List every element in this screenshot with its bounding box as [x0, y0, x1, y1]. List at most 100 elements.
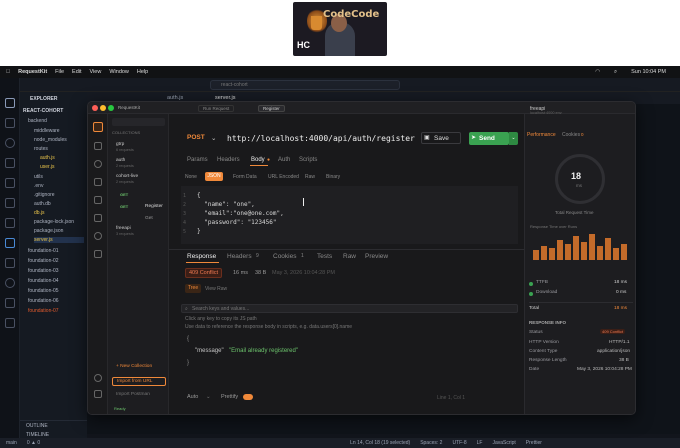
prettify-toggle[interactable]	[243, 394, 253, 400]
wifi-icon[interactable]: ◠	[595, 69, 600, 76]
response-filter-input[interactable]: ⌕ Search keys and values...	[181, 304, 518, 313]
menu-help[interactable]: Help	[137, 69, 148, 75]
new-collection-button[interactable]: + New Collection	[116, 364, 152, 369]
tree-item[interactable]: foundation-07	[28, 308, 59, 314]
account-icon[interactable]	[94, 390, 102, 398]
testing-icon[interactable]	[5, 218, 15, 228]
project-root[interactable]: REACT-COHORT	[23, 108, 63, 114]
chat-icon[interactable]	[5, 298, 15, 308]
method-select[interactable]: POST	[187, 134, 205, 141]
status-encoding[interactable]: UTF-8	[452, 440, 466, 446]
tree-item[interactable]: foundation-04	[28, 278, 59, 284]
database-icon[interactable]	[5, 258, 15, 268]
search-icon[interactable]	[5, 118, 15, 128]
status-problems[interactable]: 0 ▲ 0	[27, 440, 40, 446]
settings-icon[interactable]	[5, 318, 15, 328]
tree-item-active[interactable]: server.js	[34, 237, 84, 243]
request-name-register[interactable]: Register	[145, 204, 163, 209]
files-icon[interactable]	[5, 98, 15, 108]
tree-item[interactable]: package.json	[34, 228, 63, 234]
collection-item[interactable]: cohort-live	[116, 174, 138, 179]
status-branch[interactable]: main	[6, 440, 17, 446]
tree-item[interactable]: foundation-05	[28, 288, 59, 294]
bodytype-form[interactable]: Form Data	[233, 174, 257, 180]
git-graph-icon[interactable]	[5, 278, 15, 288]
tree-item[interactable]: foundation-01	[28, 248, 59, 254]
menubar-clock[interactable]: Sun 10:04 PM	[631, 69, 666, 76]
debug-icon[interactable]	[5, 158, 15, 168]
tab-perf-cookies[interactable]: Cookies	[562, 132, 580, 138]
body-code[interactable]: { "name": "one", "email":"one@one.com", …	[197, 191, 284, 236]
tree-item[interactable]: middleware	[34, 128, 60, 134]
collections-search[interactable]	[112, 118, 165, 126]
tab-response[interactable]: Response	[187, 253, 216, 260]
menu-app[interactable]: RequestKit	[18, 69, 47, 75]
collection-item[interactable]: gtrp	[116, 142, 124, 147]
chevron-down-icon[interactable]: ⌄	[206, 394, 211, 400]
source-control-icon[interactable]	[5, 138, 15, 148]
collection-item[interactable]: auth	[116, 158, 125, 163]
import-postman-button[interactable]: Import Postman	[116, 392, 150, 397]
tree-item[interactable]: routes	[34, 146, 48, 152]
help-icon[interactable]	[94, 374, 102, 382]
tab-resp-headers[interactable]: Headers	[227, 253, 252, 260]
tab-body[interactable]: Body	[251, 157, 265, 163]
status-eol[interactable]: LF	[477, 440, 483, 446]
history-icon[interactable]	[94, 160, 102, 168]
tab-tests[interactable]: Tests	[317, 253, 332, 260]
status-cursor[interactable]: Ln 14, Col 18 (19 selected)	[350, 440, 410, 446]
request-item-get[interactable]: GET	[120, 204, 128, 210]
json-key[interactable]: "message"	[195, 348, 224, 354]
tab-headers[interactable]: Headers	[217, 157, 240, 163]
import-url-button[interactable]: Import from URL	[112, 377, 166, 386]
tree-item[interactable]: foundation-02	[28, 258, 59, 264]
close-icon[interactable]	[92, 105, 98, 111]
menu-view[interactable]: View	[90, 69, 102, 75]
settings-icon[interactable]	[94, 250, 102, 258]
minimize-icon[interactable]	[100, 105, 106, 111]
remote-icon[interactable]	[5, 198, 15, 208]
bodytype-raw[interactable]: Raw	[305, 174, 315, 180]
collection-item[interactable]: freeapi	[116, 226, 131, 231]
menu-file[interactable]: File	[55, 69, 64, 75]
status-language[interactable]: JavaScript	[492, 440, 515, 446]
tree-item[interactable]: node_modules	[34, 137, 67, 143]
tab-params[interactable]: Params	[187, 157, 208, 163]
docker-icon[interactable]	[5, 238, 15, 248]
tree-item[interactable]: foundation-06	[28, 298, 59, 304]
request-name-get[interactable]: Get	[145, 216, 153, 221]
bodytype-urlencoded[interactable]: URL Encoded	[268, 174, 299, 180]
websocket-icon[interactable]	[94, 232, 102, 240]
vscode-command-search[interactable]: react-cohort	[210, 80, 400, 90]
menu-window[interactable]: Window	[109, 69, 129, 75]
json-value[interactable]: "Email already registered"	[229, 348, 298, 354]
tree-item[interactable]: package-lock.json	[34, 219, 74, 225]
body-editor[interactable]: 12345 { "name": "one", "email":"one@one.…	[181, 186, 518, 244]
auto-select[interactable]: Auto	[187, 394, 198, 400]
outline-header[interactable]: OUTLINE	[26, 423, 48, 429]
maximize-icon[interactable]	[108, 105, 114, 111]
status-prettier[interactable]: Prettier	[526, 440, 542, 446]
search-icon[interactable]: ⌕	[614, 69, 617, 76]
extensions-icon[interactable]	[5, 178, 15, 188]
url-input[interactable]: http://localhost:4000/api/auth/register	[227, 134, 415, 143]
flows-icon[interactable]	[94, 214, 102, 222]
tree-item[interactable]: db.js	[34, 210, 45, 216]
environments-icon[interactable]	[94, 142, 102, 150]
tab-performance[interactable]: Performance	[527, 132, 556, 138]
tree-item[interactable]: auth.js	[40, 155, 55, 161]
chevron-down-icon[interactable]: ⌄	[211, 134, 216, 142]
tab-scripts[interactable]: Scripts	[299, 157, 317, 163]
tree-item[interactable]: utils	[34, 174, 43, 180]
bodytype-json[interactable]: JSON	[205, 172, 223, 181]
tab-preview[interactable]: Preview	[365, 253, 388, 260]
collections-icon[interactable]	[93, 122, 103, 132]
mock-icon[interactable]	[94, 178, 102, 186]
tree-item[interactable]: .gitignore	[34, 192, 55, 198]
monitor-icon[interactable]	[94, 196, 102, 204]
tab-cookies[interactable]: Cookies	[273, 253, 296, 260]
rk-tab[interactable]: Run Request	[198, 105, 235, 112]
menu-edit[interactable]: Edit	[72, 69, 81, 75]
tree-item[interactable]: .env	[34, 183, 43, 189]
tree-item[interactable]: foundation-03	[28, 268, 59, 274]
